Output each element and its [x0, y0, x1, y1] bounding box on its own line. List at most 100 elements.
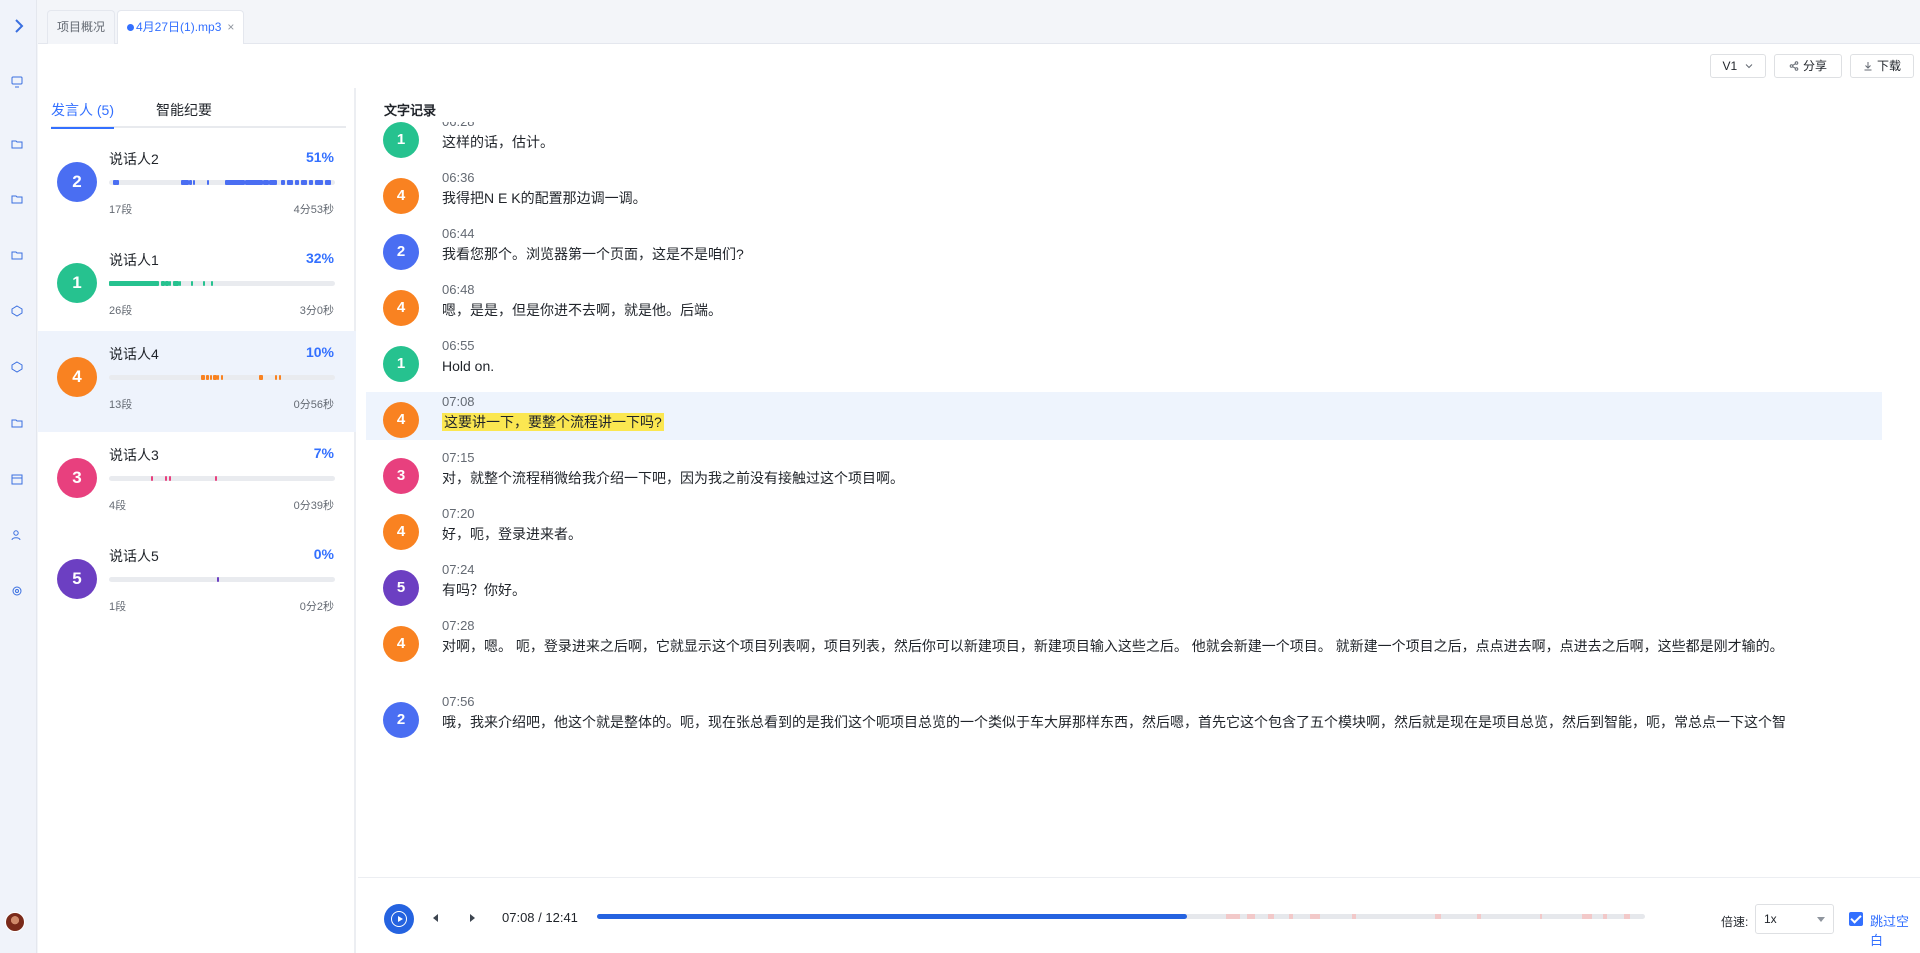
entry-timestamp: 07:56 — [442, 694, 475, 709]
close-icon[interactable]: × — [227, 11, 234, 44]
speaker-timeline-segment — [210, 375, 212, 380]
speed-label: 倍速: — [1721, 915, 1749, 929]
speaker-duration: 0分39秒 — [293, 500, 334, 512]
speaker-avatar: 2 — [383, 702, 419, 738]
cube-icon[interactable] — [10, 304, 24, 318]
transcript-entry[interactable]: 2 06:44 我看您那个。浏览器第一个页面，这是不是咱们? — [366, 226, 1882, 282]
speaker-avatar: 4 — [383, 626, 419, 662]
entry-timestamp: 06:55 — [442, 338, 475, 353]
cube-icon[interactable] — [10, 360, 24, 374]
speaker-timeline-segment — [181, 180, 189, 185]
skip-back-icon[interactable] — [430, 911, 442, 923]
speaker-timeline-segment — [193, 180, 195, 185]
tab-speakers[interactable]: 发言人 (5) — [51, 100, 114, 129]
avatar[interactable] — [5, 912, 25, 932]
entry-timestamp: 07:20 — [442, 506, 475, 521]
monitor-icon[interactable] — [10, 75, 24, 89]
speaker-row[interactable]: 1 说话人1 32% 26段 3分0秒 — [38, 237, 356, 338]
silence-marker — [1477, 914, 1482, 919]
speaker-timeline-segment — [309, 180, 313, 185]
speed-select[interactable]: 1x — [1755, 904, 1834, 934]
entry-text: 这样的话，估计。 — [442, 134, 554, 150]
entry-text: 对，就整个流程稍微给我介绍一下吧，因为我之前没有接触过这个项目啊。 — [442, 470, 904, 486]
entry-text: 这要讲一下，要整个流程讲一下吗? — [442, 410, 1874, 434]
speaker-segment-count: 26段 — [109, 305, 133, 317]
entry-text: 哦，我来介绍吧，他这个就是整体的。呃，现在张总看到的是我们这个呃项目总览的一个类… — [442, 714, 1786, 730]
entry-timestamp: 06:48 — [442, 282, 475, 297]
speaker-avatar: 4 — [383, 514, 419, 550]
speaker-duration: 0分2秒 — [299, 601, 334, 613]
transcript-entry[interactable]: 1 06:28 这样的话，估计。 — [366, 122, 1882, 170]
skip-blank-checkbox[interactable] — [1849, 912, 1863, 926]
speaker-row[interactable]: 4 说话人4 10% 13段 0分56秒 — [38, 331, 356, 432]
speaker-segment-count: 4段 — [109, 500, 127, 512]
speaker-avatar: 5 — [57, 559, 97, 599]
time-readout: 07:08 / 12:41 — [502, 910, 578, 925]
speaker-row[interactable]: 3 说话人3 7% 4段 0分39秒 — [38, 432, 356, 533]
speaker-timeline — [109, 180, 335, 185]
entry-text: 对啊，嗯。 呃，登录进来之后啊，它就显示这个项目列表啊，项目列表，然后你可以新建… — [442, 638, 1784, 654]
entry-timestamp: 06:36 — [442, 170, 475, 185]
speaker-timeline-segment — [169, 476, 171, 481]
speaker-timeline-segment — [201, 375, 205, 380]
speaker-timeline-segment — [281, 180, 285, 185]
tab-label: 项目概况 — [57, 20, 106, 34]
speaker-row[interactable]: 2 说话人2 51% 17段 4分53秒 — [38, 136, 356, 237]
playback-progress-bar[interactable] — [597, 914, 1645, 919]
transcript-entry[interactable]: 4 07:08 这要讲一下，要整个流程讲一下吗? — [366, 392, 1882, 440]
transcript-entry[interactable]: 3 07:15 对，就整个流程稍微给我介绍一下吧，因为我之前没有接触过这个项目啊… — [366, 450, 1882, 506]
speaker-percent: 0% — [313, 546, 334, 562]
tab-project-overview[interactable]: 项目概况 — [47, 10, 116, 44]
speaker-percent: 7% — [313, 445, 334, 461]
tab-audio-file[interactable]: 4月27日(1).mp3 × — [117, 10, 245, 45]
folder-icon[interactable] — [10, 137, 24, 151]
skip-blank-label[interactable]: 跳过空白 — [1870, 911, 1920, 949]
chevron-right-icon[interactable] — [9, 16, 29, 36]
audio-player: 07:08 / 12:41 倍速: 1x 跳过空白 — [358, 877, 1920, 953]
silence-marker — [1288, 914, 1293, 919]
tab-label: 4月27日(1).mp3 — [136, 20, 222, 34]
transcript-entry[interactable]: 4 06:48 嗯，是是，但是你进不去啊，就是他。后端。 — [366, 282, 1882, 338]
settings-icon[interactable] — [10, 584, 24, 598]
entry-text: 嗯，是是，但是你进不去啊，就是他。后端。 — [442, 302, 722, 318]
folder-icon[interactable] — [10, 248, 24, 262]
speaker-timeline-segment — [259, 375, 263, 380]
transcript-entry[interactable]: 5 07:24 有吗？你好。 — [366, 562, 1882, 618]
speaker-timeline-segment — [116, 180, 119, 185]
speaker-percent: 32% — [305, 250, 334, 266]
speaker-timeline-segment — [217, 577, 219, 582]
tab-smart-summary[interactable]: 智能纪要 — [156, 100, 212, 126]
version-select[interactable]: V1 — [1710, 54, 1766, 78]
users-icon[interactable] — [10, 528, 24, 542]
transcript-entry[interactable]: 4 07:20 好，呃，登录进来者。 — [366, 506, 1882, 562]
transcript-entry[interactable]: 4 07:28 对啊，嗯。 呃，登录进来之后啊，它就显示这个项目列表啊，项目列表… — [366, 618, 1882, 688]
calendar-icon[interactable] — [10, 472, 24, 486]
transcript-list: 1 06:28 这样的话，估计。 4 06:36 我得把N E K的配置那边调一… — [366, 122, 1920, 877]
speaker-timeline-segment — [221, 375, 223, 380]
silence-marker — [1225, 914, 1240, 919]
speaker-timeline-segment — [215, 476, 217, 481]
share-label: 分享 — [1802, 59, 1827, 73]
speaker-timeline-segment — [315, 180, 323, 185]
play-icon — [391, 911, 407, 927]
entry-text: 我得把N E K的配置那边调一调。 — [442, 190, 647, 206]
share-button[interactable]: 分享 — [1774, 54, 1842, 78]
silence-marker — [1582, 914, 1593, 919]
skip-forward-icon[interactable] — [466, 911, 478, 923]
play-button[interactable] — [384, 904, 414, 934]
transcript-entry[interactable]: 2 07:56 哦，我来介绍吧，他这个就是整体的。呃，现在张总看到的是我们这个呃… — [366, 694, 1882, 750]
entry-timestamp: 06:44 — [442, 226, 475, 241]
folder-icon[interactable] — [10, 416, 24, 430]
transcript-entry[interactable]: 1 06:55 Hold on. — [366, 338, 1882, 394]
transcript-entry[interactable]: 4 06:36 我得把N E K的配置那边调一调。 — [366, 170, 1882, 226]
speaker-panel-tabs: 发言人 (5) 智能纪要 — [51, 100, 346, 129]
silence-marker — [1267, 914, 1274, 919]
tab-bar: 项目概况 4月27日(1).mp3 × — [38, 0, 1920, 45]
speaker-row[interactable]: 5 说话人5 0% 1段 0分2秒 — [38, 533, 356, 634]
entry-text: Hold on. — [442, 358, 495, 374]
speaker-duration: 0分56秒 — [293, 399, 334, 411]
folder-icon[interactable] — [10, 192, 24, 206]
download-button[interactable]: 下载 — [1850, 54, 1914, 78]
speaker-timeline — [109, 375, 335, 380]
speaker-avatar: 4 — [383, 290, 419, 326]
